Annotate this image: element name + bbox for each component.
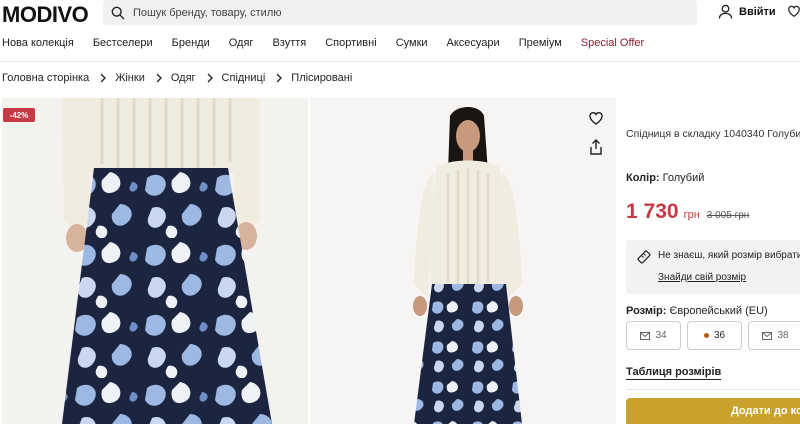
nav-item-accessories[interactable]: Аксесуари (447, 37, 500, 49)
breadcrumb-item-skirts[interactable]: Спідниці (222, 72, 266, 84)
breadcrumb-item-home[interactable]: Головна сторінка (2, 72, 89, 84)
breadcrumb: Головна сторінка Жінки Одяг Спідниці Плі… (2, 72, 352, 84)
chevron-right-icon (206, 73, 214, 83)
user-icon (718, 4, 733, 19)
find-size-link[interactable]: Знайди свій розмір (658, 272, 746, 283)
header-divider (0, 61, 800, 62)
nav-item-premium[interactable]: Преміум (519, 37, 562, 49)
nav-item-special-offer[interactable]: Special Offer (581, 37, 644, 49)
size-help-box: Не знаєш, який розмір вибрати? Сн Знайди… (626, 240, 800, 294)
chevron-right-icon (99, 73, 107, 83)
nav-item-new[interactable]: Нова колекція (2, 37, 74, 49)
nav-item-bags[interactable]: Сумки (396, 37, 428, 49)
nav-item-sport[interactable]: Спортивні (325, 37, 376, 49)
envelope-icon (762, 331, 773, 340)
login-label: Ввійти (739, 5, 776, 18)
nav-item-clothing[interactable]: Одяг (229, 37, 254, 49)
search-icon (111, 6, 125, 19)
price-current: 1 730 (626, 200, 679, 223)
product-image-closeup[interactable] (2, 98, 308, 424)
size-option-36[interactable]: 36 (687, 321, 742, 350)
breadcrumb-item-clothing[interactable]: Одяг (171, 72, 196, 84)
search-input[interactable] (133, 6, 673, 19)
chevron-right-icon (155, 73, 163, 83)
price-block: 1 730 грн 3 005 грн (626, 200, 749, 224)
nav-item-bestsellers[interactable]: Бестселери (93, 37, 153, 49)
info-divider (626, 389, 800, 390)
color-label: Колір: (626, 172, 660, 184)
size-value: 34 (655, 330, 667, 341)
product-image-full[interactable] (310, 98, 616, 424)
size-help-question: Не знаєш, який розмір вибрати? Сн (658, 250, 800, 261)
size-option-38[interactable]: 38 (748, 321, 800, 350)
main-nav: Нова колекція Бестселери Бренди Одяг Взу… (2, 37, 663, 49)
chevron-right-icon (275, 73, 283, 83)
color-info: Колір: Голубий (626, 172, 704, 184)
ruler-icon (637, 250, 651, 264)
size-value: 36 (713, 330, 726, 341)
breadcrumb-item-women[interactable]: Жінки (115, 72, 145, 84)
price-old: 3 005 грн (706, 210, 750, 221)
size-table-link[interactable]: Таблиця розмірів (626, 366, 722, 380)
discount-badge: -42% (3, 108, 35, 122)
nav-item-brands[interactable]: Бренди (172, 37, 210, 49)
product-name: Спідниця в складку 1040340 Голубий (626, 128, 800, 140)
size-system: Розмір: Європейський (EU) (626, 305, 768, 317)
breadcrumb-item-pleated[interactable]: Плісировані (291, 72, 352, 84)
add-to-cart-button[interactable]: Додати до коші (626, 398, 800, 424)
logo[interactable]: MODIVO (2, 2, 89, 28)
wishlist-icon[interactable] (787, 4, 800, 18)
size-option-34[interactable]: 34 (626, 321, 681, 350)
color-value: Голубий (662, 172, 705, 184)
size-system-value: Європейський (EU) (669, 305, 768, 317)
header: MODIVO Ввійти (0, 0, 800, 28)
login-button[interactable]: Ввійти (718, 4, 776, 19)
envelope-icon (640, 331, 651, 340)
size-label: Розмір: (626, 305, 667, 317)
size-options: 34 36 38 (626, 321, 800, 350)
size-value: 38 (777, 330, 789, 341)
nav-item-shoes[interactable]: Взуття (272, 37, 306, 49)
add-to-wishlist-heart-icon[interactable] (588, 110, 604, 126)
low-stock-dot-icon (703, 333, 709, 338)
share-icon[interactable] (589, 139, 603, 155)
price-currency: грн (683, 209, 700, 221)
search-bar[interactable] (103, 0, 697, 25)
